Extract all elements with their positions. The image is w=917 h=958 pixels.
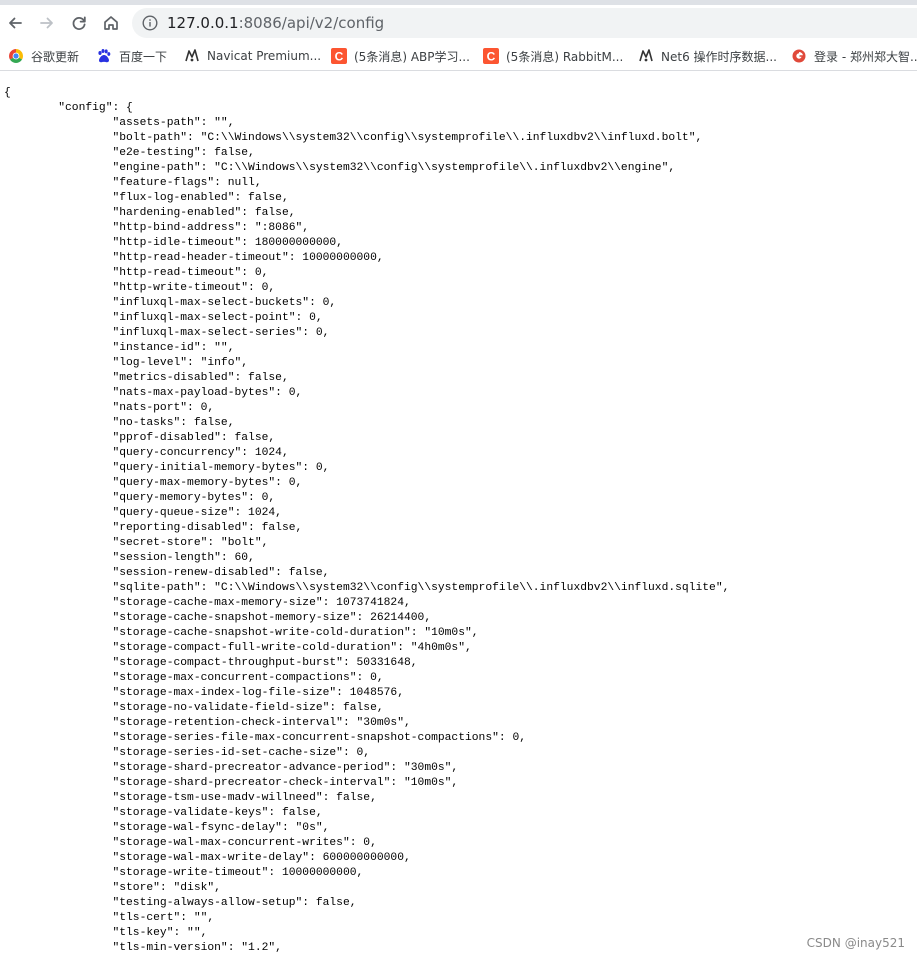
svg-text:C: C xyxy=(335,49,344,63)
bookmark-label: 百度一下 xyxy=(119,49,168,64)
forward-button[interactable] xyxy=(33,10,61,36)
navicat-icon xyxy=(638,48,654,64)
bookmark-login-zzu[interactable]: 登录 - 郑州郑大智... xyxy=(791,46,917,66)
bookmark-label: 登录 - 郑州郑大智... xyxy=(814,49,917,64)
json-response-text: { "config": { "assets-path": "", "bolt-p… xyxy=(4,87,730,954)
chrome-logo-icon xyxy=(8,48,24,64)
bookmark-label: Navicat Premium... xyxy=(207,49,322,63)
back-arrow-icon xyxy=(9,17,22,29)
csdn-c-icon: C xyxy=(483,48,499,64)
url-path: :8086/api/v2/config xyxy=(238,14,385,32)
bookmark-net6[interactable]: Net6 操作时序数据... xyxy=(638,46,777,66)
bookmarks-bar: 谷歌更新 百度一下 Navicat Premium... C (5条消息) AB… xyxy=(0,41,917,71)
bookmark-baidu[interactable]: 百度一下 xyxy=(96,46,167,66)
home-icon xyxy=(104,16,118,30)
bookmark-label: Net6 操作时序数据... xyxy=(661,49,777,64)
bookmark-label: (5条消息) RabbitM... xyxy=(506,49,624,64)
browser-toolbar: 127.0.0.1:8086/api/v2/config xyxy=(0,5,917,41)
bookmark-google-update[interactable]: 谷歌更新 xyxy=(8,46,79,66)
url-text[interactable]: 127.0.0.1:8086/api/v2/config xyxy=(167,14,384,32)
bookmark-label: (5条消息) ABP学习... xyxy=(354,49,470,64)
csdn-c-icon: C xyxy=(331,48,347,64)
site-info-icon[interactable] xyxy=(142,15,158,31)
url-host: 127.0.0.1 xyxy=(167,14,239,32)
page-content: { "config": { "assets-path": "", "bolt-p… xyxy=(0,71,917,958)
back-button[interactable] xyxy=(1,10,29,36)
bookmark-navicat[interactable]: Navicat Premium... xyxy=(184,46,321,66)
home-button[interactable] xyxy=(97,10,125,36)
bookmark-rabbitmq[interactable]: C (5条消息) RabbitM... xyxy=(483,46,623,66)
bookmark-label: 谷歌更新 xyxy=(31,49,80,64)
navicat-icon xyxy=(184,48,200,64)
bookmark-abp[interactable]: C (5条消息) ABP学习... xyxy=(331,46,470,66)
address-bar[interactable]: 127.0.0.1:8086/api/v2/config xyxy=(132,8,917,38)
baidu-paw-icon xyxy=(96,48,112,64)
gear-logo-icon xyxy=(791,48,807,64)
reload-button[interactable] xyxy=(65,10,93,36)
csdn-watermark: CSDN @inay521 xyxy=(806,936,905,950)
svg-text:C: C xyxy=(487,49,496,63)
forward-arrow-icon xyxy=(40,17,53,29)
reload-icon xyxy=(72,16,86,30)
